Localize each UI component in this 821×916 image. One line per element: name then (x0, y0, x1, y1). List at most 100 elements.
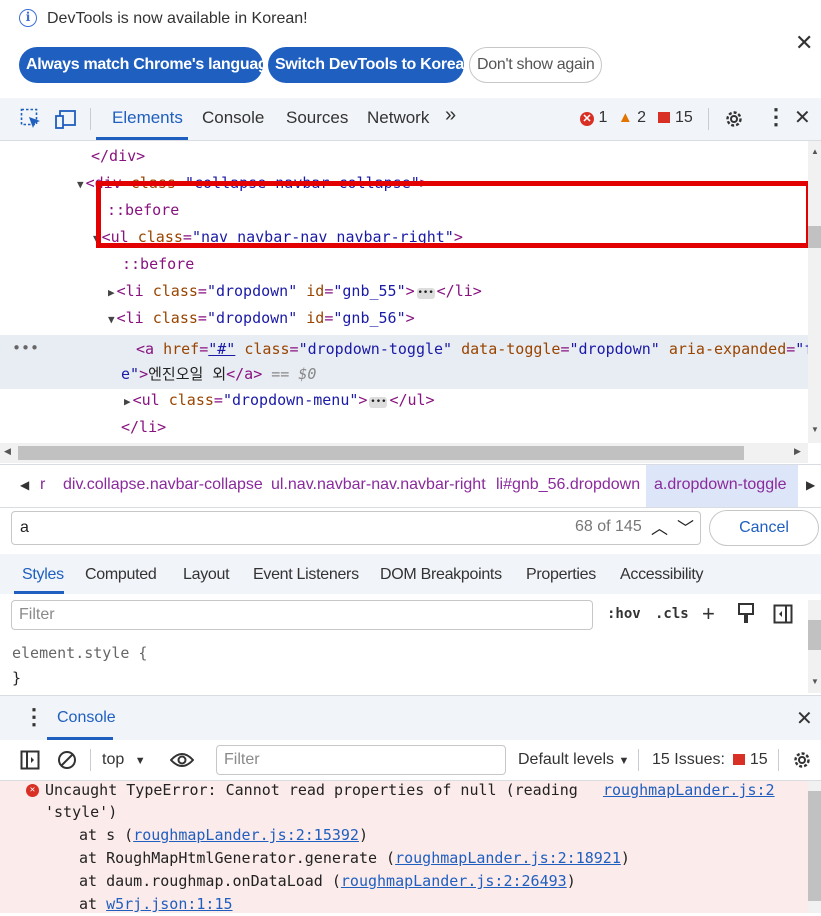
console-settings-gear-icon[interactable] (791, 749, 813, 771)
error-source-link[interactable]: roughmapLander.js:2 (603, 779, 775, 802)
stack-frame-link[interactable]: roughmapLander.js:2:15392 (133, 826, 359, 844)
toolbar-divider (778, 749, 779, 771)
breadcrumb: ◀ r div.collapse.navbar-collapse ul.nav.… (0, 464, 821, 508)
dom-tree-horizontal-scrollbar[interactable]: ◀ ▶ (0, 443, 808, 463)
device-toolbar-icon[interactable] (55, 108, 77, 130)
breadcrumb-item[interactable]: ul.nav.navbar-nav.navbar-right (271, 476, 486, 494)
search-prev-icon[interactable]: ︿ (651, 514, 668, 539)
expanded-triangle-icon[interactable]: ▼ (108, 313, 115, 326)
ellipsis-icon[interactable]: ••• (369, 397, 388, 408)
more-options-icon[interactable]: ⋮ (765, 104, 787, 130)
tab-elements[interactable]: Elements (112, 108, 183, 128)
tab-console[interactable]: Console (202, 108, 264, 128)
tab-layout[interactable]: Layout (183, 566, 230, 584)
dont-show-again-button[interactable]: Don't show again (469, 47, 602, 83)
tab-styles[interactable]: Styles (22, 566, 64, 584)
dom-tree-vertical-scrollbar[interactable]: ▲ ▼ (808, 141, 821, 443)
console-scrollbar[interactable] (808, 781, 821, 913)
context-selector[interactable]: top ▼ (102, 751, 146, 769)
hover-state-toggle[interactable]: :hov (607, 606, 641, 622)
stack-frame-link[interactable]: w5rj.json:1:15 (106, 895, 232, 913)
class-toggle[interactable]: .cls (655, 606, 689, 622)
ellipsis-icon[interactable]: ••• (416, 288, 435, 299)
dom-node[interactable]: ▼ <li class="dropdown" id="gnb_56"> (108, 305, 415, 332)
dom-node[interactable]: </li> (121, 414, 166, 441)
search-value: a (20, 519, 29, 536)
breadcrumb-item-active[interactable]: a.dropdown-toggle (654, 476, 787, 494)
close-drawer-icon[interactable]: ✕ (796, 706, 813, 731)
stack-frame-link[interactable]: roughmapLander.js:2:18921 (395, 849, 621, 867)
scroll-right-icon[interactable]: ▶ (794, 446, 801, 457)
element-style-selector[interactable]: element.style { (12, 641, 147, 666)
close-infobar-icon[interactable]: ✕ (795, 30, 813, 56)
tab-computed[interactable]: Computed (85, 566, 157, 584)
scrollbar-thumb[interactable] (808, 226, 821, 248)
scroll-down-icon[interactable]: ▼ (811, 677, 819, 686)
issue-flag-icon (733, 754, 746, 765)
scroll-left-icon[interactable]: ◀ (4, 446, 11, 457)
styles-scrollbar[interactable]: ▼ (808, 600, 821, 693)
log-levels-dropdown[interactable]: Default levels ▼ (518, 751, 629, 769)
new-style-rule-icon[interactable]: + (702, 601, 715, 627)
language-infobar: i DevTools is now available in Korean! A… (0, 0, 821, 98)
devtools-toolbar: Elements Console Sources Network » ✕ 1 ▲… (0, 98, 821, 141)
breadcrumb-item[interactable]: div.collapse.navbar-collapse (63, 476, 263, 494)
drawer-tab-console[interactable]: Console (57, 709, 116, 727)
selected-dom-node-continued[interactable]: e">엔진오일 외</a> == $0 (121, 361, 316, 388)
error-icon: ✕ (26, 784, 39, 797)
live-expression-eye-icon[interactable] (170, 751, 194, 769)
tab-properties[interactable]: Properties (526, 566, 596, 584)
selected-dom-node[interactable]: <a href="#" class="dropdown-toggle" data… (136, 336, 808, 363)
issue-counters[interactable]: ✕ 1 ▲ 2 15 (580, 109, 693, 127)
collapsed-triangle-icon[interactable]: ▶ (124, 395, 131, 408)
cancel-search-button[interactable]: Cancel (709, 510, 819, 546)
toolbar-divider (90, 749, 91, 771)
collapsed-triangle-icon[interactable]: ▶ (108, 286, 115, 299)
issue-flag-icon (658, 112, 671, 123)
console-filter-input[interactable]: Filter (216, 745, 506, 775)
tab-dom-breakpoints[interactable]: DOM Breakpoints (380, 566, 502, 584)
clear-console-icon[interactable] (56, 749, 78, 771)
breadcrumb-item[interactable]: li#gnb_56.dropdown (496, 476, 640, 494)
tab-network[interactable]: Network (367, 108, 429, 128)
error-icon: ✕ (580, 112, 594, 126)
show-sidebar-icon[interactable] (20, 750, 40, 770)
scroll-down-icon[interactable]: ▼ (811, 425, 819, 434)
expanded-triangle-icon[interactable]: ▼ (77, 178, 84, 191)
dom-node[interactable]: </div> (91, 143, 145, 170)
issues-counter[interactable]: 15 Issues: 15 (652, 751, 768, 769)
highlight-annotation-box (96, 181, 811, 248)
breadcrumb-scroll-right-icon[interactable]: ▶ (806, 478, 815, 492)
tab-accessibility[interactable]: Accessibility (620, 566, 704, 584)
dom-node[interactable]: ▶ <ul class="dropdown-menu"> ••• </ul> (124, 387, 435, 414)
scrollbar-thumb[interactable] (808, 620, 821, 650)
dropdown-arrow-icon: ▼ (618, 755, 630, 767)
more-tabs-icon[interactable]: » (445, 104, 456, 127)
scrollbar-thumb[interactable] (18, 446, 744, 460)
switch-to-korean-button[interactable]: Switch DevTools to Korean (268, 47, 474, 83)
toggle-sidebar-icon[interactable] (773, 604, 793, 624)
scrollbar-thumb[interactable] (808, 791, 821, 901)
search-next-icon[interactable]: ﹀ (677, 514, 694, 539)
styles-filter-input[interactable]: Filter (11, 600, 593, 630)
inspect-element-icon[interactable] (20, 108, 42, 130)
settings-gear-icon[interactable] (723, 108, 745, 130)
always-match-language-button[interactable]: Always match Chrome's language (19, 47, 276, 83)
sidebar-tabs: Styles Computed Layout Event Listeners D… (0, 554, 821, 594)
node-actions-icon[interactable]: ••• (12, 335, 39, 362)
scroll-up-icon[interactable]: ▲ (811, 147, 819, 156)
context-value: top (102, 751, 125, 768)
close-devtools-icon[interactable]: ✕ (794, 105, 811, 130)
paint-brush-icon[interactable] (737, 603, 755, 625)
stack-frame-link[interactable]: roughmapLander.js:2:26493 (341, 872, 567, 890)
breadcrumb-item[interactable]: r (40, 476, 45, 494)
search-match-count: 68 of 145 (575, 518, 642, 535)
issues-label: 15 Issues: (652, 751, 725, 768)
pseudo-element[interactable]: ::before (122, 251, 194, 278)
tab-sources[interactable]: Sources (286, 108, 348, 128)
tab-event-listeners[interactable]: Event Listeners (253, 566, 359, 584)
stack-frame: at daum.roughmap.onDataLoad (roughmapLan… (79, 872, 576, 890)
breadcrumb-scroll-left-icon[interactable]: ◀ (20, 478, 29, 492)
dom-node[interactable]: ▶ <li class="dropdown" id="gnb_55"> ••• </l… (108, 278, 482, 305)
drawer-menu-icon[interactable]: ⋮ (23, 704, 45, 730)
